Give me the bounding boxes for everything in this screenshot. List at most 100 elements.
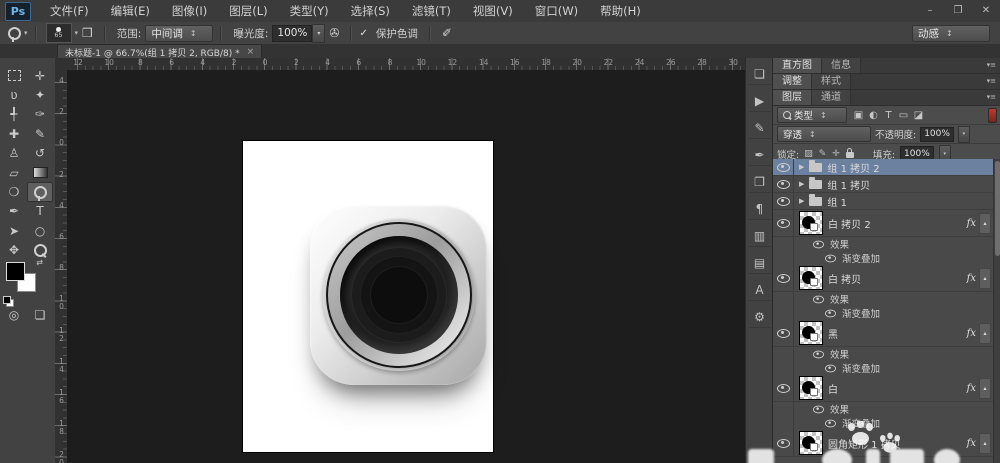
lasso-tool[interactable]: ʋ	[1, 85, 27, 104]
brush-tool[interactable]: ✎	[27, 124, 53, 143]
effects-header-row[interactable]: 效果	[773, 292, 1000, 306]
healing-brush-tool[interactable]: ✚	[1, 124, 27, 143]
expand-arrow-icon[interactable]: ▶	[799, 163, 804, 171]
panel-tab-直方图[interactable]: 直方图	[773, 58, 822, 73]
collapse-effects-button[interactable]: ▴	[979, 433, 991, 454]
layer-row[interactable]: 圆角矩形 1 拷贝fx▴	[773, 430, 1000, 457]
visibility-toggle[interactable]	[773, 265, 794, 291]
exposure-dropdown-button[interactable]: ▾	[312, 24, 325, 43]
menu-item-6[interactable]: 滤镜(T)	[401, 0, 462, 22]
filter-pixel-layers-icon[interactable]: ▣	[851, 110, 866, 121]
lock-transparent-pixels-icon[interactable]: ▨	[804, 149, 813, 159]
opacity-dropdown-button[interactable]: ▾	[958, 126, 970, 143]
dodge-tool-preset-icon[interactable]	[8, 27, 21, 40]
exposure-field[interactable]: 100%	[272, 25, 312, 42]
visibility-toggle[interactable]	[773, 159, 794, 175]
path-selection-tool[interactable]: ➤	[1, 221, 27, 240]
effect-visibility-icon[interactable]	[825, 254, 836, 262]
menu-item-8[interactable]: 窗口(W)	[524, 0, 589, 22]
blend-mode-dropdown[interactable]: 穿透 ↕	[777, 126, 871, 142]
close-tab-icon[interactable]: ×	[247, 47, 255, 57]
panel-menu-button[interactable]: ▾≡	[982, 74, 1000, 89]
workspace-dropdown[interactable]: 动感 ↕	[912, 25, 990, 42]
filter-type-dropdown[interactable]: 类型 ↕	[777, 107, 847, 123]
crop-tool[interactable]: ╃	[1, 105, 27, 124]
toggle-brush-panel-icon[interactable]: ❒	[82, 26, 93, 40]
menu-item-2[interactable]: 图像(I)	[161, 0, 218, 22]
menu-item-1[interactable]: 编辑(E)	[100, 0, 161, 22]
layer-row[interactable]: 白 拷贝fx▴	[773, 265, 1000, 292]
panel-tab-通道[interactable]: 通道	[812, 90, 851, 105]
expand-arrow-icon[interactable]: ▶	[799, 180, 804, 188]
filter-smart-objects-icon[interactable]: ◪	[911, 110, 926, 121]
menu-item-5[interactable]: 选择(S)	[340, 0, 401, 22]
filter-type-layers-icon[interactable]: T	[881, 110, 896, 121]
panel-tab-调整[interactable]: 调整	[773, 74, 812, 89]
hand-tool[interactable]: ✥	[1, 241, 27, 260]
dodge-tool[interactable]	[27, 182, 53, 201]
panel-menu-button[interactable]: ▾≡	[982, 58, 1000, 73]
window-minimize-button[interactable]: –	[916, 0, 944, 22]
paragraph-panel-button[interactable]: ¶	[749, 199, 771, 220]
layers-scrollbar[interactable]	[993, 159, 1000, 463]
panel-tab-信息[interactable]: 信息	[822, 58, 861, 73]
panel-tab-图层[interactable]: 图层	[773, 90, 812, 105]
airbrush-icon[interactable]: ✇	[329, 26, 339, 40]
brush-preset-picker[interactable]: 65	[46, 23, 72, 43]
filter-shape-layers-icon[interactable]: ▭	[896, 110, 911, 121]
visibility-toggle[interactable]	[773, 193, 794, 209]
effect-visibility-icon[interactable]	[825, 364, 836, 372]
window-close-button[interactable]: ✕	[972, 0, 1000, 22]
visibility-toggle[interactable]	[773, 176, 794, 192]
window-restore-button[interactable]: ❐	[944, 0, 972, 22]
eyedropper-tool[interactable]: ✑	[27, 105, 53, 124]
collapse-effects-button[interactable]: ▴	[979, 323, 991, 344]
navigator-panel-button[interactable]: ▥	[749, 226, 771, 247]
scrollbar-thumb[interactable]	[995, 161, 1000, 256]
effect-visibility-icon[interactable]	[825, 419, 836, 427]
layer-row[interactable]: 白 拷贝 2fx▴	[773, 210, 1000, 237]
screen-mode-button[interactable]: ❏	[27, 305, 53, 324]
panel-tab-样式[interactable]: 样式	[812, 74, 851, 89]
menu-item-4[interactable]: 类型(Y)	[279, 0, 340, 22]
effects-header-row[interactable]: 效果	[773, 237, 1000, 251]
layer-row-group[interactable]: ▶组 1	[773, 193, 1000, 210]
pen-tool[interactable]: ✒	[1, 202, 27, 221]
collapse-effects-button[interactable]: ▴	[979, 213, 991, 234]
visibility-toggle[interactable]	[773, 320, 794, 346]
collapse-effects-button[interactable]: ▴	[979, 268, 991, 289]
effects-header-row[interactable]: 效果	[773, 402, 1000, 416]
quick-mask-button[interactable]: ◎	[1, 305, 27, 324]
effects-header-row[interactable]: 效果	[773, 347, 1000, 361]
type-tool[interactable]: T	[27, 202, 53, 221]
opacity-field[interactable]: 100%	[920, 127, 954, 142]
menu-item-0[interactable]: 文件(F)	[39, 0, 100, 22]
pressure-size-icon[interactable]: ✐	[442, 26, 452, 40]
menu-item-7[interactable]: 视图(V)	[462, 0, 524, 22]
effects-visibility-icon[interactable]	[813, 350, 824, 358]
character-panel-button[interactable]: A	[749, 280, 771, 301]
clone-source-panel-button[interactable]: ❏	[749, 64, 771, 85]
clone-stamp-tool[interactable]: ♙	[1, 144, 27, 163]
protect-tones-checkbox[interactable]: ✓	[359, 28, 367, 39]
swap-colors-icon[interactable]: ⇄	[36, 258, 43, 267]
actions-panel-button[interactable]: ▶	[749, 91, 771, 112]
effects-visibility-icon[interactable]	[813, 240, 824, 248]
magic-wand-tool[interactable]: ✦	[27, 85, 53, 104]
expand-arrow-icon[interactable]: ▶	[799, 197, 804, 205]
menu-item-9[interactable]: 帮助(H)	[589, 0, 652, 22]
visibility-toggle[interactable]	[773, 210, 794, 236]
rectangular-marquee-tool[interactable]	[1, 66, 27, 85]
brush-presets-panel-button[interactable]: ✒	[749, 145, 771, 166]
lock-image-pixels-icon[interactable]: ✎	[819, 149, 827, 159]
effect-row[interactable]: 渐变叠加	[773, 251, 1000, 265]
effects-visibility-icon[interactable]	[813, 405, 824, 413]
effects-visibility-icon[interactable]	[813, 295, 824, 303]
properties-panel-button[interactable]: ▤	[749, 253, 771, 274]
styles-panel-button[interactable]: ⚙	[749, 307, 771, 328]
brush-picker-arrow-icon[interactable]: ▾	[75, 29, 79, 37]
filter-adjustment-layers-icon[interactable]: ◐	[866, 110, 881, 121]
zoom-tool[interactable]	[27, 241, 53, 260]
history-brush-tool[interactable]: ↺	[27, 144, 53, 163]
filter-toggle-switch[interactable]	[988, 108, 997, 123]
